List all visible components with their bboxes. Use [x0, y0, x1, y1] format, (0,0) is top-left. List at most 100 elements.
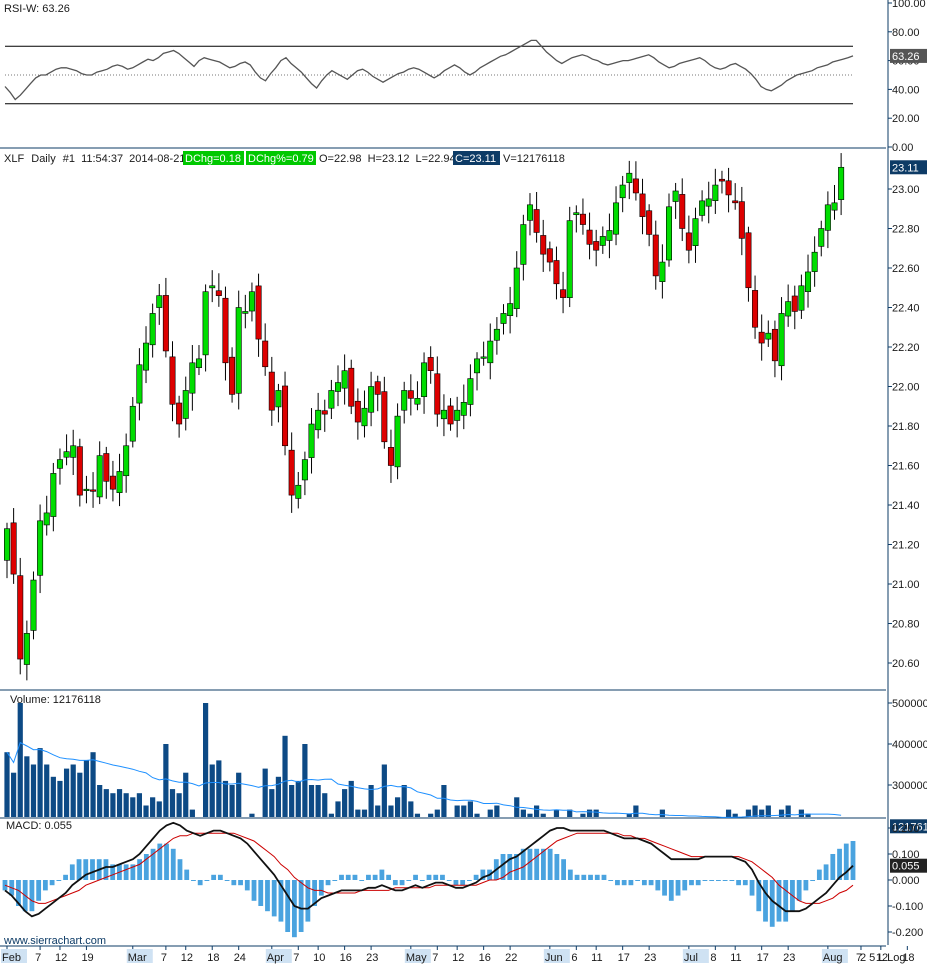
volume-bar — [11, 772, 17, 817]
macd-histogram-bar — [615, 880, 620, 886]
candle-up — [195, 358, 202, 368]
macd-histogram-bar — [742, 880, 748, 886]
volume-bar — [633, 805, 639, 817]
candle-down — [282, 385, 289, 447]
volume-bar — [328, 813, 334, 817]
day-label: 24 — [234, 952, 246, 964]
macd-histogram-bar — [285, 880, 291, 932]
candle-down — [90, 489, 97, 492]
macd-histogram-bar — [709, 880, 715, 881]
volume-bar — [90, 752, 96, 817]
volume-bar — [216, 760, 222, 817]
macd-histogram-bar — [702, 880, 708, 881]
candle-up — [467, 378, 474, 405]
volume-bar — [262, 768, 268, 817]
candle-up — [401, 390, 408, 411]
candle-up — [606, 230, 613, 241]
candle-down — [109, 475, 116, 490]
macd-histogram-bar — [419, 880, 425, 881]
macd-histogram-bar — [648, 880, 654, 886]
candle-down — [262, 340, 269, 368]
candle-down — [162, 295, 169, 352]
candle-up — [37, 520, 44, 576]
macd-histogram-bar — [359, 880, 365, 881]
volume-bar — [534, 805, 540, 817]
volume-bar — [70, 764, 76, 817]
macd-histogram-bar — [399, 880, 405, 886]
volume-bar — [553, 809, 560, 817]
volume-bar — [77, 772, 83, 817]
candle-up — [116, 471, 123, 493]
candle-up — [785, 301, 792, 317]
macd-tick-label: -0.200 — [892, 927, 923, 939]
candle-down — [381, 391, 388, 443]
candle-down — [76, 446, 83, 496]
macd-histogram-bar — [446, 880, 452, 881]
day-label: 17 — [618, 952, 630, 964]
volume-bar — [315, 785, 321, 817]
macd-histogram-bar — [473, 874, 479, 880]
volume-bar — [203, 703, 209, 817]
macd-histogram-bar — [392, 880, 398, 886]
candle-up — [566, 220, 573, 299]
volume-tick-label: 40000000 — [892, 739, 927, 751]
candle-up — [308, 423, 315, 458]
candle-down — [215, 290, 222, 296]
macd-histogram-bar — [783, 880, 789, 922]
volume-bar — [30, 764, 37, 817]
volume-bar — [798, 809, 804, 817]
candle-down — [758, 331, 765, 344]
macd-histogram-bar — [440, 874, 445, 880]
candle-up — [811, 251, 818, 272]
volume-bar — [50, 776, 56, 817]
candle-up — [235, 307, 242, 394]
volume-bar — [143, 805, 149, 817]
macd-histogram-bar — [137, 859, 143, 880]
volume-bar — [752, 805, 758, 817]
candle-up — [182, 390, 189, 419]
candle-up — [328, 390, 335, 409]
macd-histogram-bar — [29, 880, 35, 912]
rsi-tick-label: 0.00 — [892, 142, 913, 154]
candle-up — [838, 166, 845, 200]
macd-histogram-bar — [635, 880, 641, 881]
candle-up — [143, 342, 150, 371]
volume-bar — [44, 764, 50, 817]
month-label: Aug — [823, 952, 843, 964]
macd-histogram-bar — [217, 874, 223, 880]
candle-up — [301, 459, 308, 481]
volume-bar — [586, 809, 593, 817]
macd-tick-label: 0.200 — [892, 823, 920, 835]
day-label: 8 — [710, 952, 716, 964]
macd-histogram-bar — [830, 854, 836, 880]
header-timeframe: Daily — [31, 153, 56, 165]
macd-histogram-bar — [386, 874, 392, 880]
candle-up — [805, 271, 812, 292]
candle-up — [573, 212, 580, 216]
candle-down — [176, 402, 183, 425]
volume-bar — [725, 809, 732, 817]
month-label: Apr — [267, 952, 284, 964]
header-symbol: XLF — [4, 153, 24, 165]
volume-bar — [474, 813, 480, 817]
day-label: 7 — [161, 952, 167, 964]
macd-histogram-bar — [763, 880, 768, 922]
volume-bar — [236, 772, 242, 817]
volume-bar — [295, 780, 301, 817]
macd-histogram-bar — [749, 880, 755, 896]
macd-histogram-bar — [258, 880, 264, 906]
macd-histogram-bar — [332, 880, 338, 881]
candle-up — [63, 451, 70, 458]
price-tick-label: 22.60 — [892, 263, 920, 275]
macd-histogram-bar — [76, 859, 82, 880]
svg-text:XLF Daily #1: XLF Daily #1 11:54:37 2014-08-21 — [4, 153, 185, 165]
candle-down — [268, 371, 275, 411]
volume-bar — [110, 793, 116, 817]
macd-histogram-bar — [63, 874, 68, 880]
macd-histogram-bar — [850, 841, 856, 880]
candle-up — [248, 291, 255, 312]
candle-up — [659, 261, 666, 282]
macd-histogram-bar — [803, 880, 809, 891]
volume-bar — [580, 813, 586, 817]
candle-down — [652, 234, 659, 277]
